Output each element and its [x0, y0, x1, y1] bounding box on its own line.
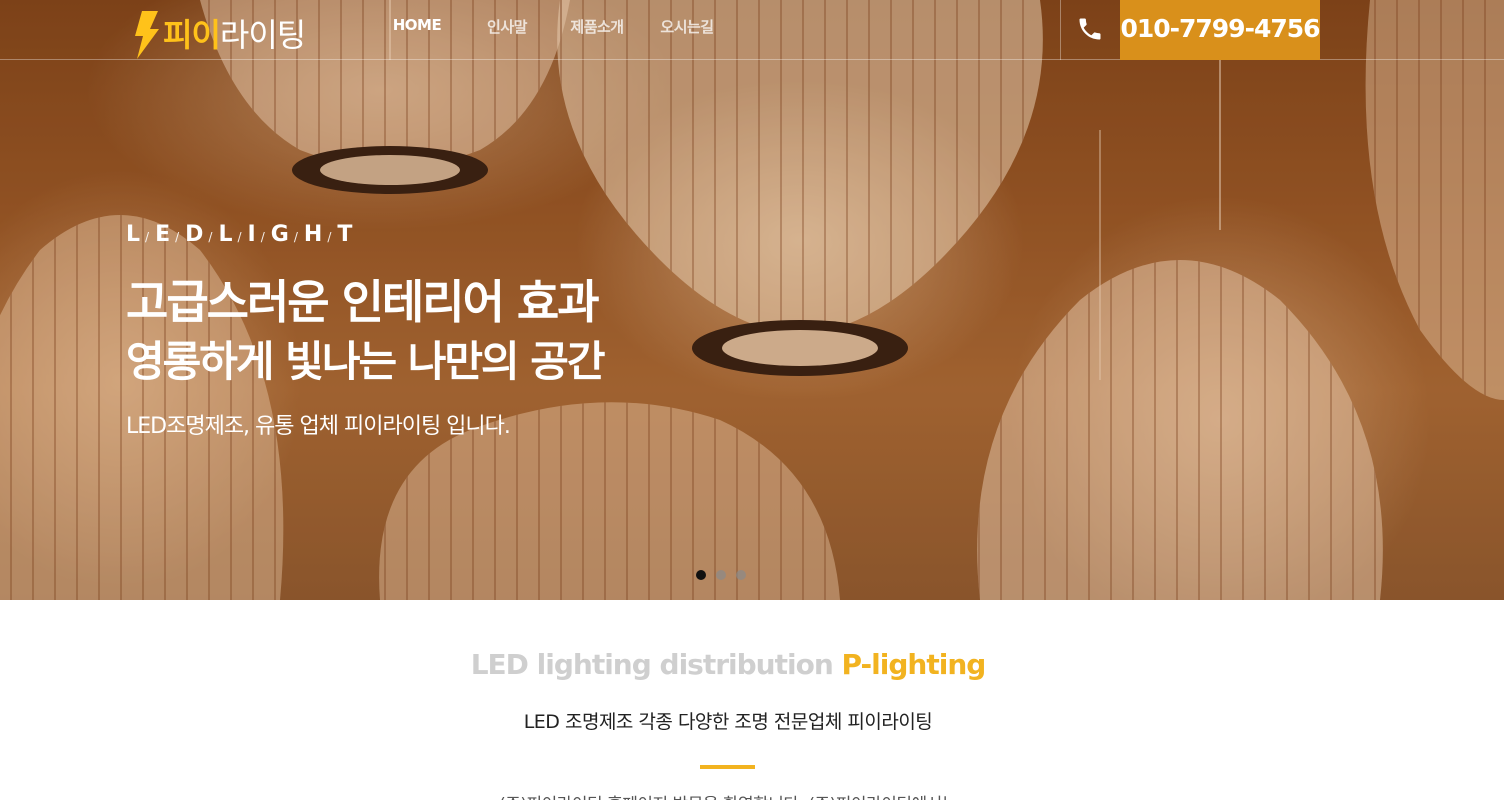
intro-title-gray: LED lighting distribution: [470, 648, 834, 681]
slider-pagination: [696, 570, 746, 580]
intro-subtitle: LED 조명제조 각종 다양한 조명 전문업체 피이라이팅: [523, 711, 933, 733]
hero-subtitle: 영롱하게 빛나는 나만의 공간: [126, 337, 606, 386]
nav-home[interactable]: HOME: [372, 0, 462, 60]
slider-dot-2[interactable]: [716, 570, 726, 580]
lightning-bolt-icon: [135, 11, 159, 59]
eyebrow-letter: L: [126, 222, 142, 247]
nav-location[interactable]: 오시는길: [642, 0, 732, 60]
logo-rest: 라이팅: [219, 16, 306, 54]
header-divider: [1060, 0, 1061, 60]
hero-eyebrow: L / E / D / L / I / G / H / T: [126, 222, 354, 247]
hero-description: LED조명제조, 유통 업체 피이라이팅 입니다.: [126, 414, 511, 439]
eyebrow-letter: E: [155, 222, 172, 247]
eyebrow-letter: T: [337, 222, 354, 247]
eyebrow-letter: H: [303, 222, 324, 247]
slider-dot-1[interactable]: [696, 570, 706, 580]
site-header: 피이라이팅 HOME 인사말 제품소개 오시는길 010-7799-4756: [0, 0, 1504, 60]
phone-number-button[interactable]: 010-7799-4756: [1120, 0, 1321, 60]
slider-dot-3[interactable]: [736, 570, 746, 580]
eyebrow-letter: D: [185, 222, 205, 247]
logo-highlight: 피이: [163, 16, 221, 54]
site-logo[interactable]: 피이라이팅: [133, 10, 306, 60]
intro-title-orange: P-lighting: [841, 648, 987, 681]
nav-greeting[interactable]: 인사말: [462, 0, 552, 60]
eyebrow-letter: G: [270, 222, 290, 247]
intro-divider: [700, 765, 755, 769]
intro-title: LED lighting distribution P-lighting: [0, 648, 1456, 681]
main-nav: HOME 인사말 제품소개 오시는길: [372, 0, 732, 60]
site-logo-text: 피이라이팅: [163, 16, 306, 54]
nav-products[interactable]: 제품소개: [552, 0, 642, 60]
intro-body: (주)피이라이팅 홈페이지 방문을 환영합니다. (주)피이라이팅에서는: [0, 790, 1456, 800]
hero-title: 고급스러운 인테리어 효과: [126, 275, 600, 329]
eyebrow-letter: L: [218, 222, 234, 247]
eyebrow-letter: I: [247, 222, 257, 247]
phone-icon: [1079, 18, 1101, 40]
